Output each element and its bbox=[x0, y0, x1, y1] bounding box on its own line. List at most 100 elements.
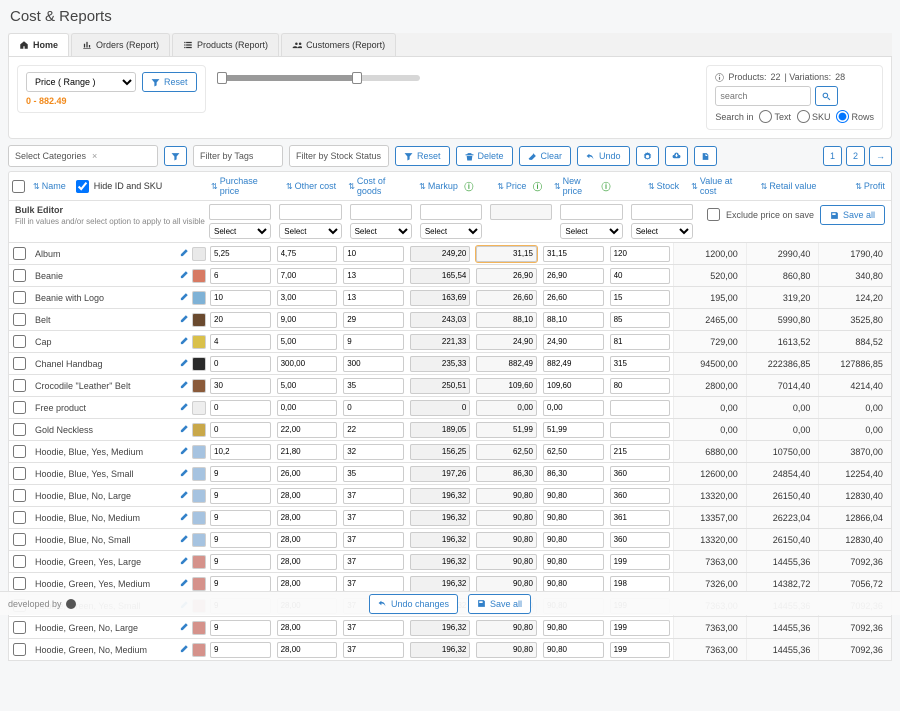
bulk-price-input[interactable] bbox=[490, 204, 552, 220]
cog-input[interactable] bbox=[343, 466, 404, 482]
product-thumb[interactable] bbox=[192, 555, 206, 569]
edit-icon[interactable] bbox=[179, 424, 189, 436]
product-name[interactable]: Hoodie, Blue, Yes, Medium bbox=[29, 447, 177, 457]
tab-products[interactable]: Products (Report) bbox=[172, 33, 279, 56]
bulk-new-input[interactable] bbox=[560, 204, 622, 220]
product-thumb[interactable] bbox=[192, 533, 206, 547]
edit-icon[interactable] bbox=[179, 336, 189, 348]
cog-input[interactable] bbox=[343, 356, 404, 372]
row-checkbox[interactable] bbox=[13, 247, 26, 260]
cog-input[interactable] bbox=[343, 576, 404, 592]
edit-icon[interactable] bbox=[179, 644, 189, 656]
row-checkbox[interactable] bbox=[13, 555, 26, 568]
product-name[interactable]: Free product bbox=[29, 403, 177, 413]
purchase-input[interactable] bbox=[210, 334, 271, 350]
other-input[interactable] bbox=[277, 620, 338, 636]
other-input[interactable] bbox=[277, 510, 338, 526]
export-button[interactable] bbox=[694, 146, 717, 166]
col-stock[interactable]: ⇅Stock bbox=[648, 181, 679, 191]
purchase-input[interactable] bbox=[210, 312, 271, 328]
stock-input[interactable] bbox=[610, 554, 671, 570]
new-price-input[interactable] bbox=[543, 554, 604, 570]
product-name[interactable]: Beanie with Logo bbox=[29, 293, 177, 303]
product-name[interactable]: Hoodie, Green, No, Large bbox=[29, 623, 177, 633]
stock-input[interactable] bbox=[610, 642, 671, 658]
new-price-input[interactable] bbox=[543, 488, 604, 504]
other-input[interactable] bbox=[277, 532, 338, 548]
stock-input[interactable] bbox=[610, 246, 671, 262]
help-icon[interactable]: ⓘ bbox=[464, 180, 473, 193]
edit-icon[interactable] bbox=[179, 248, 189, 260]
product-name[interactable]: Hoodie, Blue, No, Medium bbox=[29, 513, 177, 523]
row-checkbox[interactable] bbox=[13, 445, 26, 458]
row-checkbox[interactable] bbox=[13, 489, 26, 502]
new-price-input[interactable] bbox=[543, 466, 604, 482]
clear-button[interactable]: Clear bbox=[519, 146, 572, 166]
product-name[interactable]: Hoodie, Green, No, Medium bbox=[29, 645, 177, 655]
bulk-stock-input[interactable] bbox=[631, 204, 693, 220]
purchase-input[interactable] bbox=[210, 400, 271, 416]
product-name[interactable]: Hoodie, Green, Yes, Large bbox=[29, 557, 177, 567]
categories-filter-btn[interactable] bbox=[164, 146, 187, 166]
filter-reset-button[interactable]: Reset bbox=[395, 146, 450, 166]
other-input[interactable] bbox=[277, 576, 338, 592]
product-name[interactable]: Hoodie, Blue, Yes, Small bbox=[29, 469, 177, 479]
radio-text[interactable]: Text bbox=[759, 110, 791, 123]
product-thumb[interactable] bbox=[192, 291, 206, 305]
help-icon[interactable]: ⓘ bbox=[602, 180, 611, 193]
purchase-input[interactable] bbox=[210, 576, 271, 592]
product-thumb[interactable] bbox=[192, 445, 206, 459]
stock-filter[interactable]: Filter by Stock Status bbox=[289, 145, 389, 167]
purchase-input[interactable] bbox=[210, 488, 271, 504]
bulk-cog-input[interactable] bbox=[350, 204, 412, 220]
edit-icon[interactable] bbox=[179, 402, 189, 414]
stock-input[interactable] bbox=[610, 466, 671, 482]
range-reset-button[interactable]: Reset bbox=[142, 72, 197, 92]
product-name[interactable]: Belt bbox=[29, 315, 177, 325]
edit-icon[interactable] bbox=[179, 292, 189, 304]
new-price-input[interactable] bbox=[543, 422, 604, 438]
purchase-input[interactable] bbox=[210, 378, 271, 394]
other-input[interactable] bbox=[277, 444, 338, 460]
bulk-purchase-select[interactable]: Select bbox=[209, 223, 271, 239]
other-input[interactable] bbox=[277, 290, 338, 306]
row-checkbox[interactable] bbox=[13, 577, 26, 590]
new-price-input[interactable] bbox=[543, 510, 604, 526]
other-input[interactable] bbox=[277, 312, 338, 328]
edit-icon[interactable] bbox=[179, 512, 189, 524]
col-name[interactable]: ⇅Name bbox=[33, 181, 66, 191]
download-button[interactable] bbox=[665, 146, 688, 166]
purchase-input[interactable] bbox=[210, 642, 271, 658]
new-price-input[interactable] bbox=[543, 312, 604, 328]
purchase-input[interactable] bbox=[210, 444, 271, 460]
bulk-other-select[interactable]: Select bbox=[279, 223, 341, 239]
cog-input[interactable] bbox=[343, 422, 404, 438]
new-price-input[interactable] bbox=[543, 400, 604, 416]
row-checkbox[interactable] bbox=[13, 467, 26, 480]
col-other[interactable]: ⇅Other cost bbox=[286, 181, 336, 191]
purchase-input[interactable] bbox=[210, 532, 271, 548]
product-thumb[interactable] bbox=[192, 247, 206, 261]
purchase-input[interactable] bbox=[210, 422, 271, 438]
footer-undo-button[interactable]: Undo changes bbox=[369, 594, 458, 614]
select-all-checkbox[interactable] bbox=[12, 180, 25, 193]
new-price-input[interactable] bbox=[543, 246, 604, 262]
row-checkbox[interactable] bbox=[13, 511, 26, 524]
col-price[interactable]: ⇅Price ⓘ bbox=[497, 180, 542, 193]
page-next[interactable]: → bbox=[869, 146, 892, 166]
stock-input[interactable] bbox=[610, 488, 671, 504]
stock-input[interactable] bbox=[610, 268, 671, 284]
other-input[interactable] bbox=[277, 554, 338, 570]
new-price-input[interactable] bbox=[543, 532, 604, 548]
stock-input[interactable] bbox=[610, 422, 671, 438]
row-checkbox[interactable] bbox=[13, 335, 26, 348]
other-input[interactable] bbox=[277, 334, 338, 350]
search-input[interactable] bbox=[715, 86, 811, 106]
new-price-input[interactable] bbox=[543, 356, 604, 372]
purchase-input[interactable] bbox=[210, 554, 271, 570]
price-slider[interactable] bbox=[220, 75, 420, 81]
product-name[interactable]: Gold Neckless bbox=[29, 425, 177, 435]
row-checkbox[interactable] bbox=[13, 643, 26, 656]
product-name[interactable]: Hoodie, Green, Yes, Medium bbox=[29, 579, 177, 589]
cog-input[interactable] bbox=[343, 532, 404, 548]
